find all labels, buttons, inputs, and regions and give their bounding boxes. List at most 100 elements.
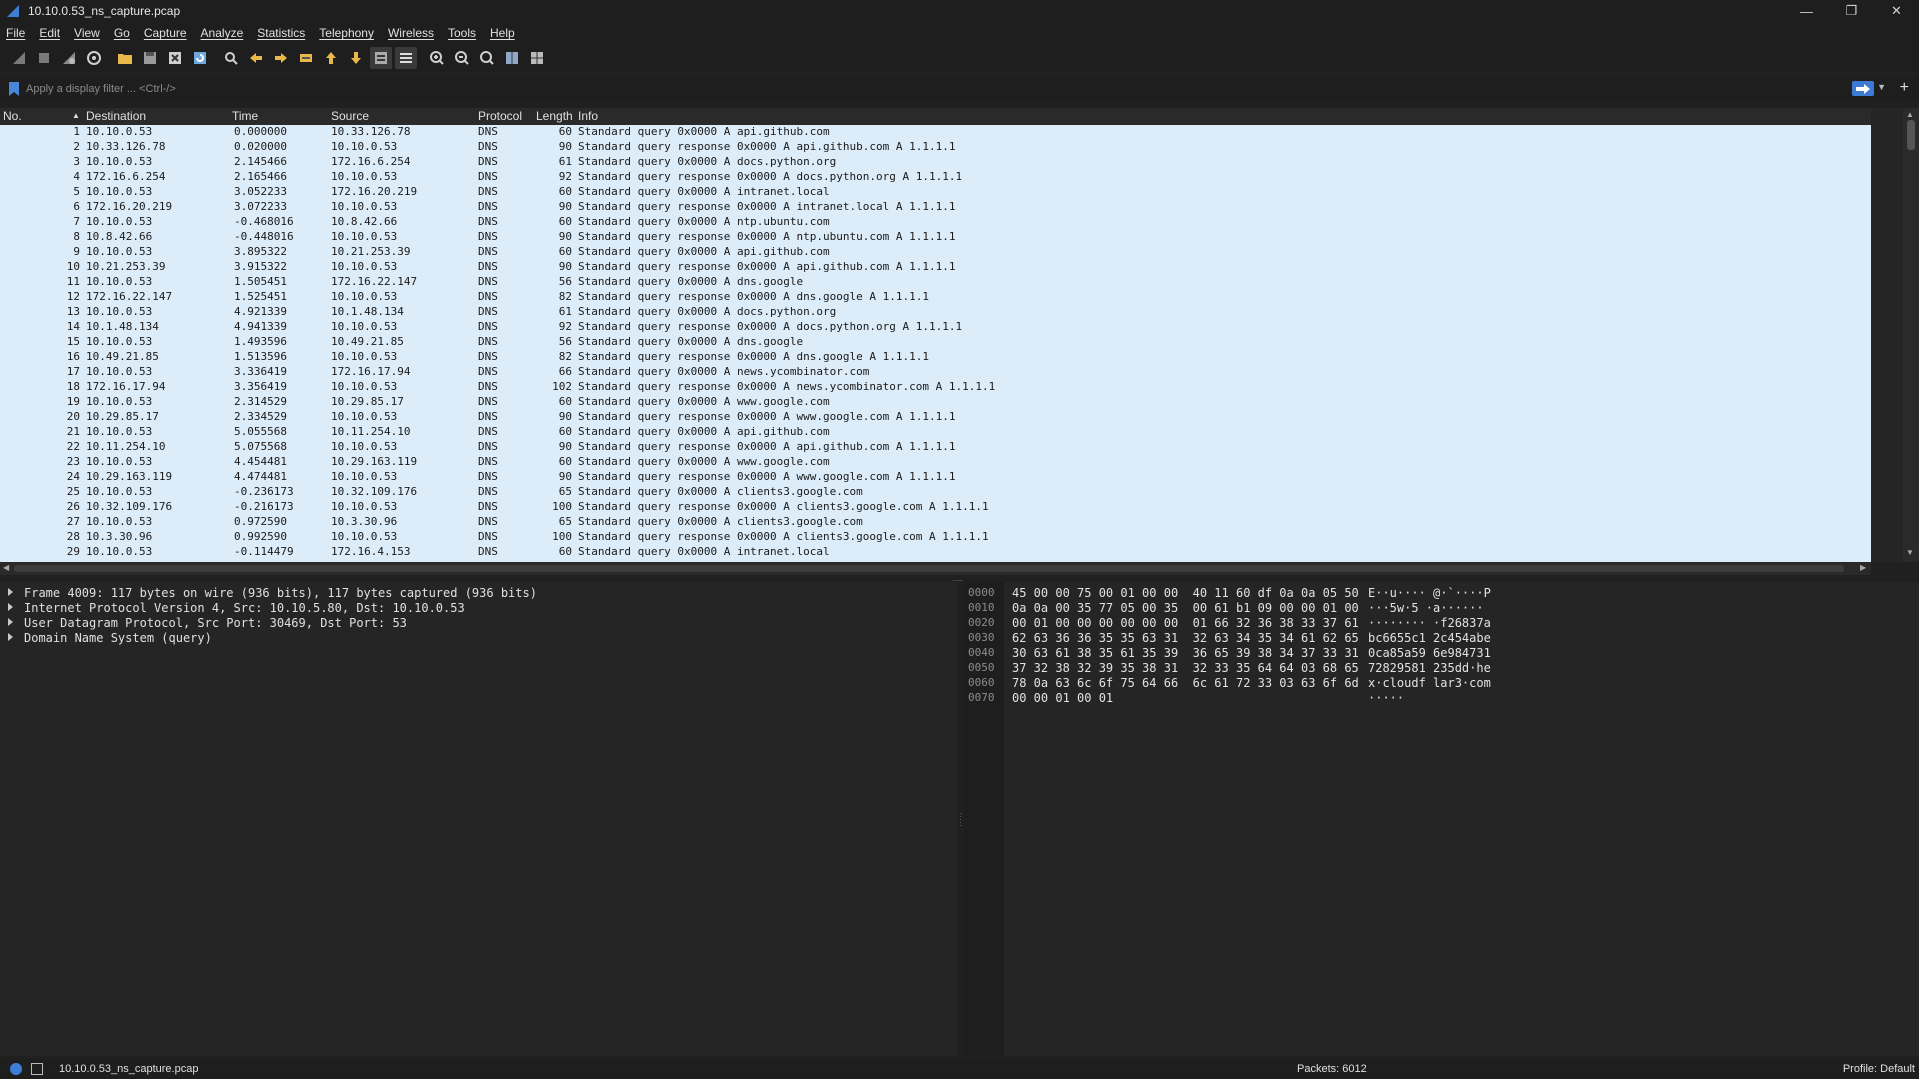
go-to-packet-icon[interactable] — [295, 47, 317, 69]
display-filter-input[interactable] — [26, 80, 1836, 98]
table-row[interactable]: 20 10.29.85.17 2.334529 10.10.0.53 DNS 90 Stan… — [0, 410, 1871, 425]
vertical-splitter[interactable]: · · · · · — [957, 582, 964, 1056]
packet-list-hscrollbar[interactable]: ◀ ▶ — [0, 562, 1871, 575]
table-row[interactable]: 3 10.10.0.53 2.145466 172.16.6.254 DNS 61 Stan… — [0, 155, 1871, 170]
col-protocol[interactable]: Protocol — [478, 109, 522, 123]
menu-help[interactable]: Help — [490, 26, 515, 40]
menu-capture[interactable]: Capture — [144, 26, 187, 40]
menu-analyze[interactable]: Analyze — [201, 26, 244, 40]
save-file-icon[interactable] — [139, 47, 161, 69]
table-row[interactable]: 10 10.21.253.39 3.915322 10.10.0.53 DNS 90 Sta… — [0, 260, 1871, 275]
table-row[interactable]: 13 10.10.0.53 4.921339 10.1.48.134 DNS 61 Stan… — [0, 305, 1871, 320]
status-profile[interactable]: Profile: Default — [1843, 1063, 1915, 1075]
add-filter-button-icon[interactable]: + — [1900, 79, 1909, 97]
resize-columns-icon[interactable] — [501, 47, 523, 69]
close-button[interactable]: ✕ — [1874, 0, 1919, 22]
close-file-icon[interactable] — [164, 47, 186, 69]
expand-arrow-icon[interactable] — [8, 588, 13, 596]
detail-dns[interactable]: Domain Name System (query) — [0, 631, 957, 646]
bookmark-icon[interactable] — [8, 82, 20, 96]
go-forward-icon[interactable] — [270, 47, 292, 69]
normal-size-icon[interactable] — [476, 47, 498, 69]
expert-info-icon[interactable] — [10, 1063, 22, 1075]
bytes-row[interactable]: 0010 0a 0a 00 35 77 05 00 35 00 61 b1 09 … — [964, 601, 1919, 616]
colorize-icon[interactable] — [395, 47, 417, 69]
menu-tools[interactable]: Tools — [448, 26, 476, 40]
auto-scroll-icon[interactable] — [370, 47, 392, 69]
bytes-row[interactable]: 0040 30 63 61 38 35 61 35 39 36 65 39 38 … — [964, 646, 1919, 661]
minimize-button[interactable]: — — [1784, 0, 1829, 22]
col-time[interactable]: Time — [232, 109, 258, 123]
menu-go[interactable]: Go — [114, 26, 130, 40]
table-row[interactable]: 19 10.10.0.53 2.314529 10.29.85.17 DNS 60 Stan… — [0, 395, 1871, 410]
bytes-row[interactable]: 0060 78 0a 63 6c 6f 75 64 66 6c 61 72 33 … — [964, 676, 1919, 691]
bytes-row[interactable]: 0070 00 00 01 00 01 ····· — [964, 691, 1919, 706]
table-row[interactable]: 16 10.49.21.85 1.513596 10.10.0.53 DNS 82 Stan… — [0, 350, 1871, 365]
menu-statistics[interactable]: Statistics — [257, 26, 305, 40]
bytes-row[interactable]: 0030 62 63 36 36 35 35 63 31 32 63 34 35 … — [964, 631, 1919, 646]
table-row[interactable]: 1 10.10.0.53 0.000000 10.33.126.78 DNS 60 Stan… — [0, 125, 1871, 140]
go-first-packet-icon[interactable] — [320, 47, 342, 69]
table-row[interactable]: 5 10.10.0.53 3.052233 172.16.20.219 DNS 60 Sta… — [0, 185, 1871, 200]
table-row[interactable]: 21 10.10.0.53 5.055568 10.11.254.10 DNS 60 Sta… — [0, 425, 1871, 440]
scroll-up-icon[interactable]: ▲ — [1906, 110, 1914, 119]
scroll-down-icon[interactable]: ▼ — [1906, 548, 1914, 557]
restart-capture-icon[interactable] — [58, 47, 80, 69]
table-row[interactable]: 8 10.8.42.66 -0.448016 10.10.0.53 DNS 90 Stand… — [0, 230, 1871, 245]
expand-arrow-icon[interactable] — [8, 603, 13, 611]
zoom-in-icon[interactable] — [426, 47, 448, 69]
table-row[interactable]: 27 10.10.0.53 0.972590 10.3.30.96 DNS 65 Stand… — [0, 515, 1871, 530]
table-row[interactable]: 24 10.29.163.119 4.474481 10.10.0.53 DNS 90 St… — [0, 470, 1871, 485]
reload-file-icon[interactable] — [189, 47, 211, 69]
open-file-icon[interactable] — [114, 47, 136, 69]
bytes-row[interactable]: 0050 37 32 38 32 39 35 38 31 32 33 35 64 … — [964, 661, 1919, 676]
col-length[interactable]: Length — [536, 109, 573, 123]
detail-udp[interactable]: User Datagram Protocol, Src Port: 30469,… — [0, 616, 957, 631]
table-row[interactable]: 15 10.10.0.53 1.493596 10.49.21.85 DNS 56 Stan… — [0, 335, 1871, 350]
menu-view[interactable]: View — [74, 26, 100, 40]
start-capture-icon[interactable] — [8, 47, 30, 69]
table-row[interactable]: 9 10.10.0.53 3.895322 10.21.253.39 DNS 60 Stan… — [0, 245, 1871, 260]
bytes-row[interactable]: 0000 45 00 00 75 00 01 00 00 40 11 60 df … — [964, 586, 1919, 601]
table-row[interactable]: 26 10.32.109.176 -0.216173 10.10.0.53 DNS 100… — [0, 500, 1871, 515]
apply-filter-button[interactable] — [1852, 81, 1874, 96]
table-row[interactable]: 4 172.16.6.254 2.165466 10.10.0.53 DNS 92 Stan… — [0, 170, 1871, 185]
table-row[interactable]: 25 10.10.0.53 -0.236173 10.32.109.176 DNS 65 S… — [0, 485, 1871, 500]
menu-telephony[interactable]: Telephony — [319, 26, 374, 40]
capture-comment-icon[interactable] — [31, 1063, 43, 1075]
col-no[interactable]: No. — [3, 109, 22, 123]
find-packet-icon[interactable] — [220, 47, 242, 69]
scroll-left-icon[interactable]: ◀ — [3, 563, 9, 572]
table-row[interactable]: 2 10.33.126.78 0.020000 10.10.0.53 DNS 90 Stan… — [0, 140, 1871, 155]
table-row[interactable]: 6 172.16.20.219 3.072233 10.10.0.53 DNS 90 Sta… — [0, 200, 1871, 215]
expand-arrow-icon[interactable] — [8, 633, 13, 641]
table-row[interactable]: 17 10.10.0.53 3.336419 172.16.17.94 DNS 66 Sta… — [0, 365, 1871, 380]
col-destination[interactable]: Destination — [86, 109, 146, 123]
zoom-out-icon[interactable] — [451, 47, 473, 69]
detail-ipv4[interactable]: Internet Protocol Version 4, Src: 10.10.… — [0, 601, 957, 616]
capture-options-icon[interactable] — [83, 47, 105, 69]
restore-button[interactable]: ❐ — [1829, 0, 1874, 22]
table-row[interactable]: 29 10.10.0.53 -0.114479 172.16.4.153 DNS 60 St… — [0, 545, 1871, 560]
filter-history-dropdown[interactable]: ▼ — [1877, 82, 1886, 92]
col-info[interactable]: Info — [578, 109, 598, 123]
menu-wireless[interactable]: Wireless — [388, 26, 434, 40]
table-row[interactable]: 11 10.10.0.53 1.505451 172.16.22.147 DNS 56 St… — [0, 275, 1871, 290]
table-row[interactable]: 22 10.11.254.10 5.075568 10.10.0.53 DNS 90 Sta… — [0, 440, 1871, 455]
horizontal-splitter[interactable]: ······ — [0, 575, 1919, 585]
table-row[interactable]: 23 10.10.0.53 4.454481 10.29.163.119 DNS 60 St… — [0, 455, 1871, 470]
col-source[interactable]: Source — [331, 109, 369, 123]
stop-capture-icon[interactable] — [33, 47, 55, 69]
scroll-right-icon[interactable]: ▶ — [1860, 563, 1866, 572]
expand-arrow-icon[interactable] — [8, 618, 13, 626]
go-back-icon[interactable] — [245, 47, 267, 69]
table-row[interactable]: 28 10.3.30.96 0.992590 10.10.0.53 DNS 100 Stan… — [0, 530, 1871, 545]
layout-panes-icon[interactable] — [526, 47, 548, 69]
table-row[interactable]: 18 172.16.17.94 3.356419 10.10.0.53 DNS 102 St… — [0, 380, 1871, 395]
table-row[interactable]: 7 10.10.0.53 -0.468016 10.8.42.66 DNS 60 Stand… — [0, 215, 1871, 230]
bytes-row[interactable]: 0020 00 01 00 00 00 00 00 00 01 66 32 36 … — [964, 616, 1919, 631]
table-row[interactable]: 12 172.16.22.147 1.525451 10.10.0.53 DNS 82 St… — [0, 290, 1871, 305]
table-row[interactable]: 14 10.1.48.134 4.941339 10.10.0.53 DNS 92 Stan… — [0, 320, 1871, 335]
menu-file[interactable]: File — [6, 26, 25, 40]
menu-edit[interactable]: Edit — [39, 26, 60, 40]
